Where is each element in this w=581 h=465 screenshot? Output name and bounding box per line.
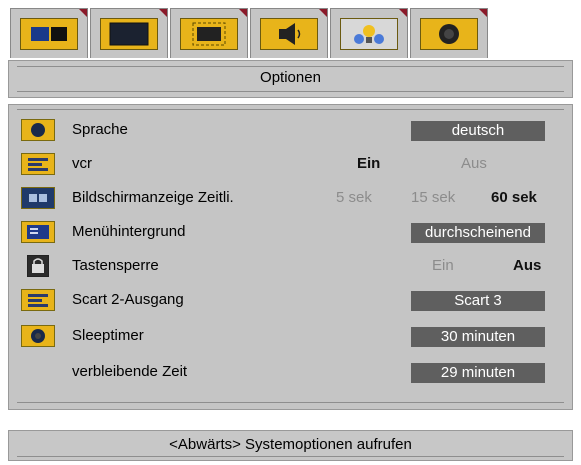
row-menu-background[interactable]: Menühintergrund durchscheinend [9, 219, 572, 249]
title-bar: Optionen [8, 60, 573, 98]
option-15-sek[interactable]: 15 sek [411, 189, 455, 206]
lock-icon [27, 255, 49, 277]
value-sprache[interactable]: deutsch [411, 121, 545, 141]
picture-settings-icon [20, 17, 78, 50]
features-icon [340, 17, 398, 50]
footer-hint: <Abwärts> Systemoptionen aufrufen [169, 436, 412, 453]
row-sleep-timer[interactable]: Sleeptimer 30 minuten [9, 323, 572, 353]
label-vcr: vcr [72, 155, 92, 172]
footer-bar[interactable]: <Abwärts> Systemoptionen aufrufen [8, 430, 573, 461]
options-icon [420, 17, 478, 50]
menu-background-icon [21, 221, 55, 243]
row-sprache[interactable]: Sprache deutsch [9, 117, 572, 147]
option-5-sek[interactable]: 5 sek [336, 189, 372, 206]
scart-icon [21, 289, 55, 311]
osd-timer-icon [21, 187, 55, 209]
row-remaining-time: verbleibende Zeit 29 minuten [9, 359, 572, 389]
row-scart-output[interactable]: Scart 2-Ausgang Scart 3 [9, 287, 572, 317]
label-key-lock: Tastensperre [72, 257, 159, 274]
options-panel: Sprache deutsch vcr Ein Aus Bildschirman… [8, 104, 573, 410]
row-key-lock[interactable]: Tastensperre Ein Aus [9, 253, 572, 283]
tab-sound[interactable] [250, 8, 328, 58]
tab-picture[interactable] [10, 8, 88, 58]
label-menu-background: Menühintergrund [72, 223, 186, 240]
label-sleep-timer: Sleeptimer [72, 327, 144, 344]
tab-features[interactable] [330, 8, 408, 58]
page-title: Optionen [260, 69, 321, 86]
tab-geometry[interactable] [170, 8, 248, 58]
geometry-icon [180, 17, 238, 50]
label-osd-timer: Bildschirmanzeige Zeitli. [72, 189, 234, 206]
label-scart-output: Scart 2-Ausgang [72, 291, 184, 308]
value-scart-output[interactable]: Scart 3 [411, 291, 545, 311]
row-osd-timer[interactable]: Bildschirmanzeige Zeitli. 5 sek 15 sek 6… [9, 185, 572, 215]
language-icon [21, 119, 55, 141]
sleep-timer-icon [21, 325, 55, 347]
option-lock-ein[interactable]: Ein [432, 257, 454, 274]
screen-icon [100, 17, 158, 50]
value-remaining-time: 29 minuten [411, 363, 545, 383]
sound-icon [260, 17, 318, 50]
option-vcr-ein[interactable]: Ein [357, 155, 380, 172]
value-menu-background[interactable]: durchscheinend [411, 223, 545, 243]
option-vcr-aus[interactable]: Aus [461, 155, 487, 172]
tab-screen[interactable] [90, 8, 168, 58]
vcr-icon [21, 153, 55, 175]
row-vcr[interactable]: vcr Ein Aus [9, 151, 572, 181]
value-sleep-timer[interactable]: 30 minuten [411, 327, 545, 347]
tab-options[interactable] [410, 8, 488, 58]
option-lock-aus[interactable]: Aus [513, 257, 541, 274]
option-60-sek[interactable]: 60 sek [491, 189, 537, 206]
label-sprache: Sprache [72, 121, 128, 138]
label-remaining-time: verbleibende Zeit [72, 363, 188, 380]
menu-tab-bar [10, 8, 500, 60]
